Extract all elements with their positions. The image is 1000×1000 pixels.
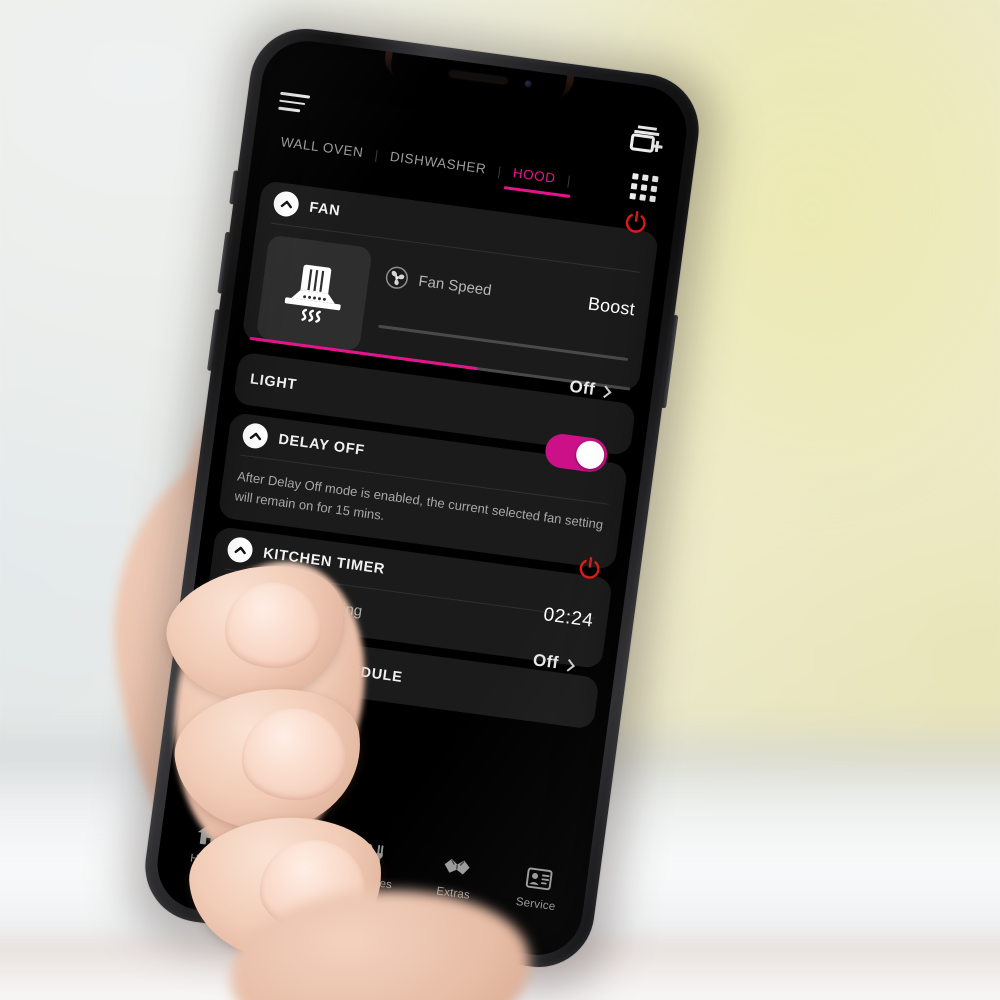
fan-speed-value: Boost <box>586 292 637 319</box>
light-value-group[interactable]: Off <box>568 376 612 402</box>
nav-item-service[interactable]: Service <box>499 860 576 915</box>
chevron-right-icon <box>562 658 575 672</box>
range-hood-icon[interactable] <box>255 234 373 352</box>
fan-power-icon[interactable] <box>622 208 650 236</box>
toggle-knob <box>574 439 606 471</box>
nav-label: Service <box>515 896 557 914</box>
fan-card-title: FAN <box>308 199 342 220</box>
photo-scene: WALL OVEN DISHWASHER HOOD FAN Fan Speed … <box>0 0 1000 1000</box>
fan-blade-icon <box>383 264 410 291</box>
handshake-icon <box>440 852 472 883</box>
fingernail <box>220 577 325 674</box>
fan-speed-label: Fan Speed <box>417 272 493 299</box>
front-camera <box>524 79 533 88</box>
fan-speed-section: Fan Speed Boost <box>359 248 638 387</box>
light-value: Off <box>568 376 597 399</box>
tab-label: HOOD <box>512 165 557 186</box>
tab-active-underline <box>503 186 571 198</box>
chevron-right-icon <box>598 384 612 398</box>
light-title: LIGHT <box>249 371 298 394</box>
earpiece-speaker <box>449 70 508 84</box>
add-card-icon[interactable] <box>627 122 665 158</box>
fan-speed-slider-top[interactable] <box>378 324 629 362</box>
kitchen-timer-power-icon[interactable] <box>576 555 604 583</box>
night-light-value: Off <box>531 650 560 673</box>
fingernail <box>238 705 349 805</box>
delay-off-title: DELAY OFF <box>277 431 366 459</box>
hamburger-menu-icon[interactable] <box>278 91 311 116</box>
id-card-icon <box>524 863 554 893</box>
chevron-up-icon[interactable] <box>272 189 301 218</box>
chevron-up-icon[interactable] <box>241 421 270 450</box>
chevron-up-icon[interactable] <box>225 536 255 565</box>
night-light-value-group[interactable]: Off <box>532 650 575 675</box>
